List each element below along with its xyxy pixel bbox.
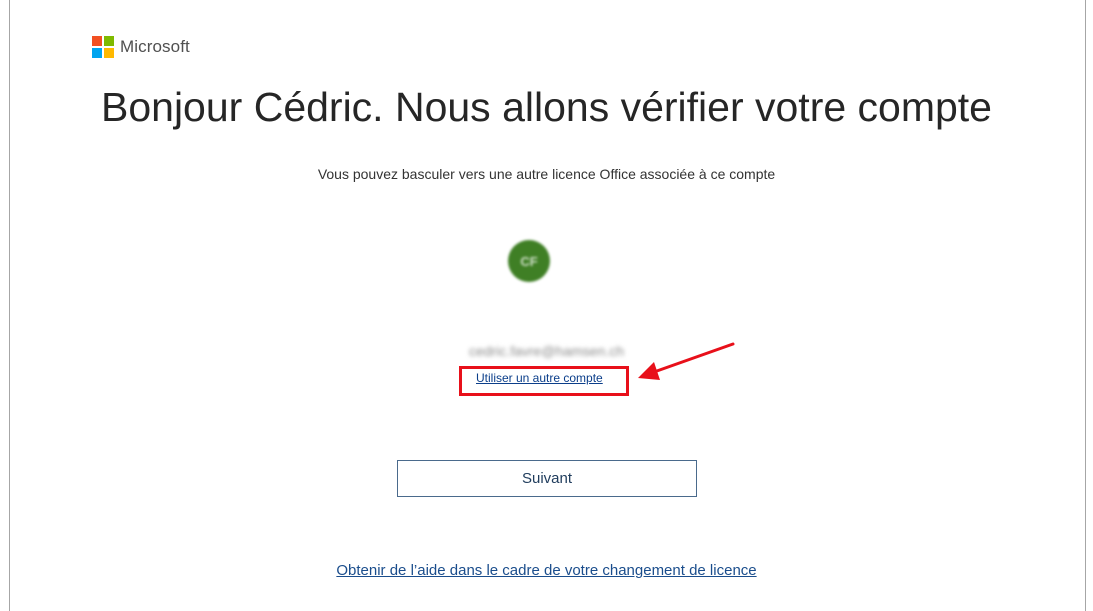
page-title: Bonjour Cédric. Nous allons vérifier vot…	[101, 84, 992, 130]
microsoft-logo-icon	[92, 36, 114, 58]
microsoft-brand: Microsoft	[92, 36, 190, 58]
annotation-highlight-box	[459, 366, 629, 396]
red-arrow-icon	[638, 342, 735, 380]
next-button[interactable]: Suivant	[397, 460, 697, 497]
account-email: cedric.favre@hamsen.ch	[468, 343, 625, 359]
brand-name: Microsoft	[120, 37, 190, 56]
subtitle: Vous pouvez basculer vers une autre lice…	[317, 166, 776, 182]
avatar-initials: CF	[520, 253, 538, 269]
help-license-change-link[interactable]: Obtenir de l’aide dans le cadre de votre…	[0, 562, 1093, 579]
avatar: CF	[508, 240, 550, 282]
